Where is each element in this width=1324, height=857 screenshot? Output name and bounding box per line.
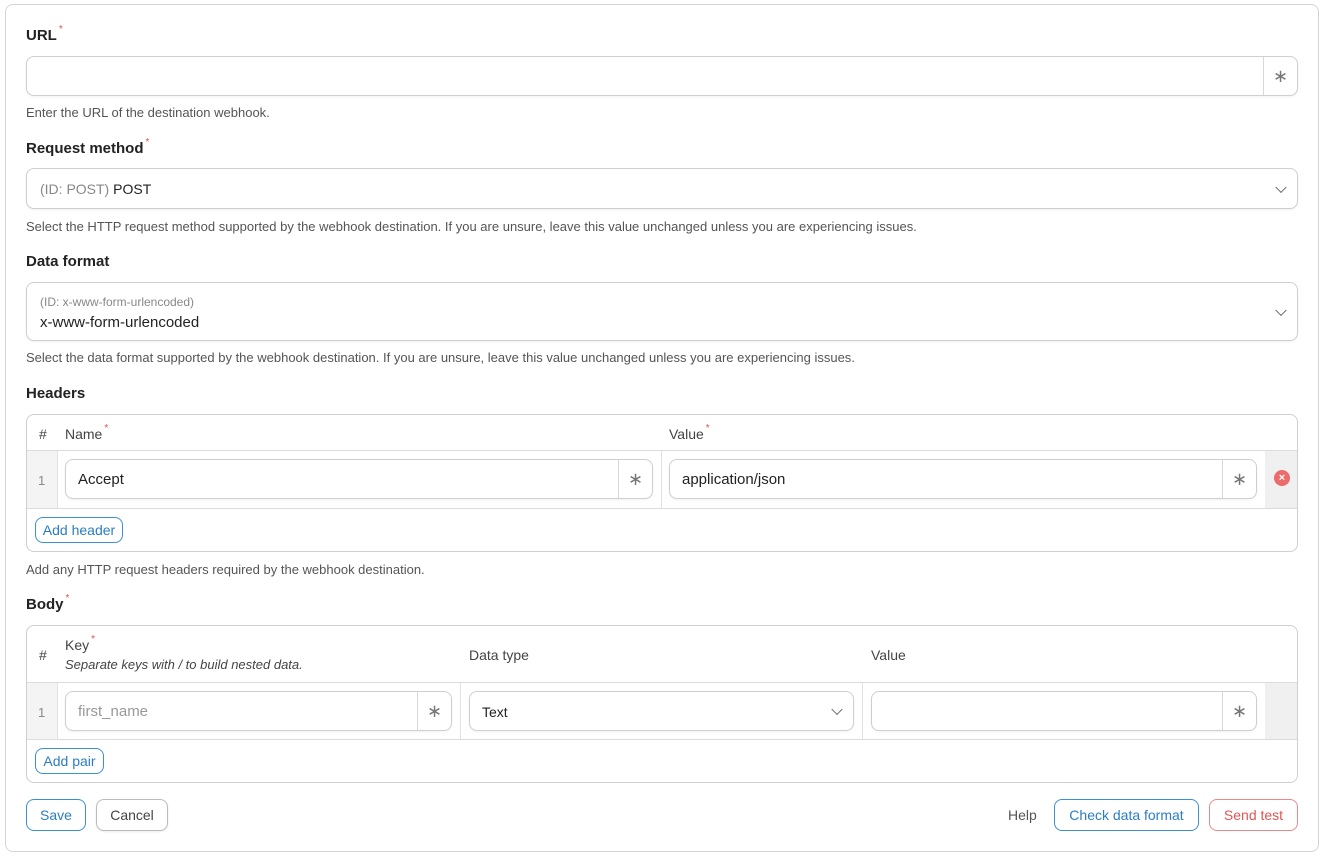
data-format-id: (ID: x-www-form-urlencoded) [40, 295, 195, 309]
data-format-help: Select the data format supported by the … [26, 350, 855, 365]
required-marker: * [705, 423, 710, 434]
row-actions [1265, 683, 1297, 739]
header-value-variable-button[interactable]: ∗ [1222, 460, 1256, 498]
table-row: 1 ∗ ∗ × [27, 451, 1297, 508]
required-marker: * [65, 593, 70, 604]
body-value-variable-button[interactable]: ∗ [1222, 692, 1256, 730]
body-table: # Key * Separate keys with / to build nes… [26, 625, 1298, 783]
required-marker: * [91, 634, 96, 645]
required-marker: * [58, 24, 63, 35]
headers-col-num: # [39, 426, 47, 442]
body-key-input[interactable] [66, 692, 417, 730]
divider [57, 683, 58, 739]
required-marker: * [104, 423, 109, 434]
asterisk-icon: ∗ [426, 700, 443, 721]
asterisk-icon: ∗ [627, 468, 644, 489]
body-col-data-type: Data type [469, 647, 529, 663]
divider [27, 508, 1297, 509]
data-format-label: Data format [26, 253, 110, 270]
divider [862, 683, 863, 739]
divider [460, 683, 461, 739]
row-number: 1 [38, 705, 46, 720]
headers-label: Headers [26, 385, 86, 402]
header-value-input[interactable] [670, 460, 1222, 498]
check-data-format-button[interactable]: Check data format [1054, 799, 1199, 831]
request-method-select[interactable]: (ID: POST) POST [26, 168, 1298, 209]
headers-col-name: Name * [65, 423, 109, 442]
table-row: 1 ∗ Text ∗ [27, 683, 1297, 739]
send-test-button[interactable]: Send test [1209, 799, 1298, 831]
asterisk-icon: ∗ [1231, 468, 1248, 489]
divider [57, 451, 58, 508]
asterisk-icon: ∗ [1231, 700, 1248, 721]
data-format-select[interactable]: (ID: x-www-form-urlencoded) x-www-form-u… [26, 282, 1298, 341]
request-method-selected: (ID: POST) POST [40, 181, 151, 197]
header-value-field: ∗ [669, 459, 1257, 499]
url-help: Enter the URL of the destination webhook… [26, 105, 270, 120]
add-pair-button[interactable]: Add pair [35, 748, 104, 774]
body-key-field: ∗ [65, 691, 452, 731]
row-actions: × [1265, 451, 1297, 508]
header-name-field: ∗ [65, 459, 653, 499]
url-variable-button[interactable]: ∗ [1263, 57, 1297, 95]
data-format-value: x-www-form-urlencoded [40, 314, 200, 331]
body-value-input[interactable] [872, 692, 1222, 730]
request-method-id: (ID: POST) [40, 181, 110, 197]
body-data-type-select[interactable]: Text [469, 691, 854, 731]
chevron-down-icon [1275, 181, 1287, 193]
body-key-hint: Separate keys with / to build nested dat… [65, 657, 303, 672]
request-method-help: Select the HTTP request method supported… [26, 219, 917, 234]
body-value-field: ∗ [871, 691, 1257, 731]
cancel-button[interactable]: Cancel [96, 799, 168, 831]
body-col-num: # [39, 647, 47, 663]
header-name-variable-button[interactable]: ∗ [618, 460, 652, 498]
body-key-variable-button[interactable]: ∗ [417, 692, 451, 730]
required-marker: * [145, 137, 150, 148]
url-field: ∗ [26, 56, 1298, 96]
url-input[interactable] [27, 57, 1263, 95]
save-button[interactable]: Save [26, 799, 86, 831]
divider [27, 739, 1297, 740]
body-col-value: Value [871, 647, 906, 663]
body-col-key: Key * [65, 634, 96, 653]
request-method-value: POST [113, 181, 152, 197]
asterisk-icon: ∗ [1272, 65, 1289, 86]
add-header-button[interactable]: Add header [35, 517, 123, 543]
headers-col-value: Value * [669, 423, 710, 442]
help-link[interactable]: Help [1008, 807, 1037, 823]
headers-help: Add any HTTP request headers required by… [26, 562, 425, 577]
header-name-input[interactable] [66, 460, 618, 498]
chevron-down-icon [831, 703, 843, 716]
request-method-label: Request method * [26, 137, 150, 157]
body-data-type-value: Text [482, 704, 508, 720]
row-number: 1 [38, 473, 46, 488]
headers-table: # Name* Value* 1 ∗ ∗ × Add header [26, 414, 1298, 552]
body-label: Body * [26, 593, 70, 613]
chevron-down-icon [1275, 304, 1287, 316]
remove-circle-icon[interactable]: × [1274, 470, 1290, 486]
divider [661, 451, 662, 508]
url-label: URL * [26, 24, 63, 44]
